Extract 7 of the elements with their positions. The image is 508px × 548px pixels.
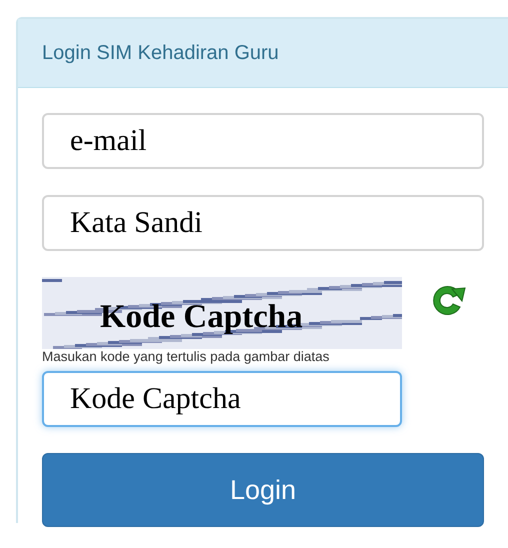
- captcha-field[interactable]: Kode Captcha: [42, 371, 402, 427]
- login-button[interactable]: Login: [42, 453, 484, 527]
- password-field[interactable]: Kata Sandi: [42, 195, 484, 251]
- email-field[interactable]: e-mail: [42, 113, 484, 169]
- captcha-label: Kode Captcha: [100, 299, 303, 336]
- panel-title: Login SIM Kehadiran Guru: [42, 42, 279, 64]
- captcha-hint: Masukan kode yang tertulis pada gambar diatas: [42, 349, 330, 365]
